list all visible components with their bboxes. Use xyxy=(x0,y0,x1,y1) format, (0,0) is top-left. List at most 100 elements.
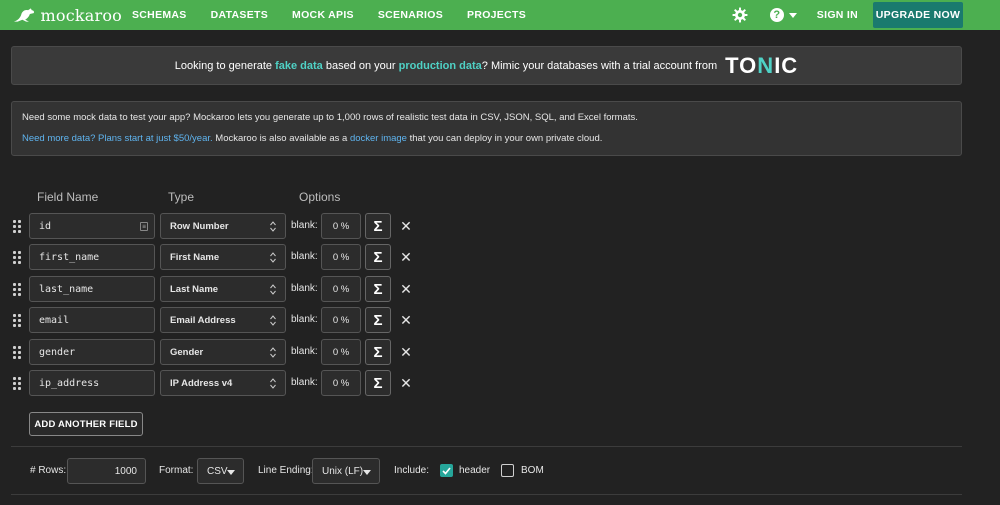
field-name-input[interactable]: last_name xyxy=(29,276,155,302)
bom-checkbox[interactable] xyxy=(501,464,514,477)
info-text-mid: Mockaroo is also available as a xyxy=(212,133,350,144)
field-name-value: gender xyxy=(39,346,76,358)
field-name-value: id xyxy=(39,220,52,232)
add-another-field-button[interactable]: ADD ANOTHER FIELD xyxy=(29,412,143,436)
chevron-down-icon xyxy=(363,470,371,475)
nav-datasets[interactable]: DATASETS xyxy=(211,9,268,21)
divider xyxy=(11,446,962,447)
updown-icon xyxy=(270,315,276,326)
blank-label: blank: xyxy=(291,220,318,231)
field-type-select[interactable]: Row Number xyxy=(160,213,286,239)
blank-percent-input[interactable]: 0 % xyxy=(321,339,361,365)
header-checkbox[interactable] xyxy=(440,464,453,477)
chevron-down-icon xyxy=(788,12,797,18)
formula-button[interactable]: Σ xyxy=(365,244,391,270)
tonic-logo-ic: IC xyxy=(774,52,799,78)
chevron-down-icon xyxy=(227,470,235,475)
line-ending-value: Unix (LF) xyxy=(322,465,364,477)
updown-icon xyxy=(270,221,276,232)
blank-percent-input[interactable]: 0 % xyxy=(321,307,361,333)
drag-handle-icon[interactable] xyxy=(13,251,21,264)
field-type-select[interactable]: First Name xyxy=(160,244,286,270)
tonic-logo: TO N IC xyxy=(725,53,798,79)
field-type-value: IP Address v4 xyxy=(170,377,233,389)
info-line-1: Need some mock data to test your app? Mo… xyxy=(22,112,638,123)
tonic-logo-n: N xyxy=(757,52,775,78)
remove-field-icon[interactable]: ✕ xyxy=(399,375,413,391)
header-field-name: Field Name xyxy=(37,190,99,204)
field-type-value: Row Number xyxy=(170,220,229,232)
field-name-input[interactable]: gender xyxy=(29,339,155,365)
include-label: Include: xyxy=(394,465,430,476)
line-ending-select[interactable]: Unix (LF) xyxy=(312,458,380,484)
field-type-select[interactable]: Email Address xyxy=(160,307,286,333)
upgrade-now-button[interactable]: UPGRADE NOW xyxy=(873,2,963,28)
drag-handle-icon[interactable] xyxy=(13,220,21,233)
tonic-promo-banner[interactable]: Looking to generate fake data based on y… xyxy=(11,46,962,85)
blank-percent-input[interactable]: 0 % xyxy=(321,276,361,302)
rows-input[interactable]: 1000 xyxy=(67,458,146,484)
field-name-input[interactable]: first_name xyxy=(29,244,155,270)
field-row: gender Gender blank: 0 % Σ ✕ xyxy=(13,339,433,365)
sign-in-link[interactable]: SIGN IN xyxy=(817,9,858,21)
promo-highlight-production-data: production data xyxy=(398,59,482,72)
format-label: Format: xyxy=(159,465,194,476)
formula-button[interactable]: Σ xyxy=(365,276,391,302)
blank-percent-input[interactable]: 0 % xyxy=(321,370,361,396)
nav-right: ? SIGN IN UPGRADE NOW xyxy=(732,0,1000,30)
updown-icon xyxy=(270,378,276,389)
field-type-select[interactable]: IP Address v4 xyxy=(160,370,286,396)
remove-field-icon[interactable]: ✕ xyxy=(399,344,413,360)
field-name-input[interactable]: email xyxy=(29,307,155,333)
field-row: first_name First Name blank: 0 % Σ ✕ xyxy=(13,244,433,270)
drag-handle-icon[interactable] xyxy=(13,377,21,390)
blank-percent-input[interactable]: 0 % xyxy=(321,244,361,270)
gear-icon[interactable] xyxy=(732,7,748,23)
drag-handle-icon[interactable] xyxy=(13,314,21,327)
kangaroo-icon xyxy=(13,8,35,22)
field-name-input[interactable]: id ≡ xyxy=(29,213,155,239)
pricing-link[interactable]: Need more data? Plans start at just $50/… xyxy=(22,133,213,144)
top-navbar: mockaroo SCHEMAS DATASETS MOCK APIS SCEN… xyxy=(0,0,1000,30)
drag-handle-icon[interactable] xyxy=(13,283,21,296)
field-name-input[interactable]: ip_address xyxy=(29,370,155,396)
drag-handle-icon[interactable] xyxy=(13,346,21,359)
remove-field-icon[interactable]: ✕ xyxy=(399,249,413,265)
blank-label: blank: xyxy=(291,314,318,325)
format-select[interactable]: CSV xyxy=(197,458,244,484)
formula-button[interactable]: Σ xyxy=(365,213,391,239)
formula-button[interactable]: Σ xyxy=(365,339,391,365)
tonic-logo-to: TO xyxy=(725,52,758,78)
field-type-value: Gender xyxy=(170,346,204,358)
field-row: ip_address IP Address v4 blank: 0 % Σ ✕ xyxy=(13,370,433,396)
field-name-value: last_name xyxy=(39,283,94,295)
blank-label: blank: xyxy=(291,283,318,294)
formula-button[interactable]: Σ xyxy=(365,370,391,396)
divider xyxy=(11,494,962,495)
help-icon: ? xyxy=(769,8,784,22)
nav-schemas[interactable]: SCHEMAS xyxy=(132,9,187,21)
header-type: Type xyxy=(168,190,195,204)
updown-icon xyxy=(270,252,276,263)
field-type-select[interactable]: Last Name xyxy=(160,276,286,302)
field-type-select[interactable]: Gender xyxy=(160,339,286,365)
format-value: CSV xyxy=(207,465,228,477)
nav-scenarios[interactable]: SCENARIOS xyxy=(378,9,443,21)
docker-image-link[interactable]: docker image xyxy=(350,133,407,144)
help-menu[interactable]: ? xyxy=(769,8,797,22)
formula-button[interactable]: Σ xyxy=(365,307,391,333)
info-line-2: Need more data? Plans start at just $50/… xyxy=(22,133,951,144)
field-name-value: first_name xyxy=(39,251,100,263)
remove-field-icon[interactable]: ✕ xyxy=(399,218,413,234)
field-type-value: First Name xyxy=(170,251,220,263)
blank-percent-input[interactable]: 0 % xyxy=(321,213,361,239)
info-box: Need some mock data to test your app? Mo… xyxy=(11,101,962,156)
remove-field-icon[interactable]: ✕ xyxy=(399,281,413,297)
blank-label: blank: xyxy=(291,346,318,357)
remove-field-icon[interactable]: ✕ xyxy=(399,312,413,328)
nav-projects[interactable]: PROJECTS xyxy=(467,9,526,21)
brand-logo[interactable]: mockaroo xyxy=(12,0,122,30)
nav-links: SCHEMAS DATASETS MOCK APIS SCENARIOS PRO… xyxy=(132,0,550,30)
nav-mock-apis[interactable]: MOCK APIS xyxy=(292,9,354,21)
header-options: Options xyxy=(299,190,341,204)
